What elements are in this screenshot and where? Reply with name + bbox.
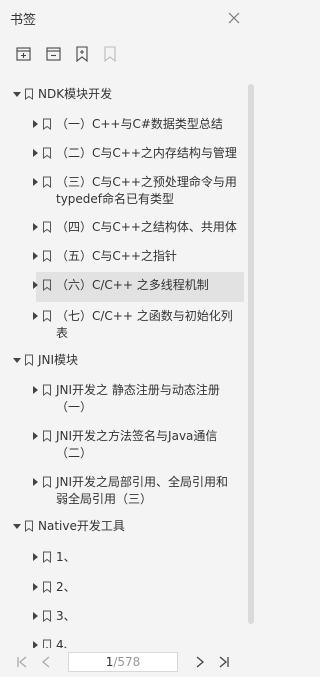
caret-right-icon[interactable] [30,119,40,129]
first-page-button[interactable] [14,654,30,670]
remove-bookmark-icon [46,47,61,61]
tree-item[interactable]: JNI开发之局部引用、全局引用和弱全局引用（三） [0,474,246,508]
caret-down-icon[interactable] [12,521,22,531]
bookmark-icon [42,430,52,442]
tree-group[interactable]: JNI模块 [0,352,246,372]
bookmark-icon [42,221,52,233]
scrollbar[interactable] [247,84,255,644]
tree-item-label: （六）C/C++ 之多线程机制 [56,278,209,292]
caret-right-icon[interactable] [30,477,40,487]
tree-item-label: 3、 [56,609,76,623]
last-page-icon [219,656,229,668]
tree-item-label: JNI模块 [38,353,79,367]
last-page-button[interactable] [216,654,232,670]
caret-right-icon[interactable] [30,611,40,621]
tree-item[interactable]: 2、 [0,579,246,599]
bookmark-tree: NDK模块开发 （一）C++与C#数据类型总结 （二）C与C++之内存结构与管理 （三… [0,78,246,648]
remove-bookmark-button[interactable] [44,44,64,64]
tree-item-label: JNI开发之方法签名与Java通信（二） [56,429,218,460]
bookmark-toolbar [0,38,257,68]
tree-item-label: JNI开发之 静态注册与动态注册（一） [56,383,220,414]
tree-group[interactable]: Native开发工具 [0,518,246,538]
page-navigator: 1/578 [0,648,257,677]
tree-item[interactable]: JNI开发之 静态注册与动态注册（一） [0,382,246,416]
scroll-thumb[interactable] [248,84,254,624]
caret-right-icon[interactable] [30,311,40,321]
caret-right-icon[interactable] [30,552,40,562]
tree-item-label: Native开发工具 [38,519,125,533]
bookmark-icon [42,250,52,262]
tree-item[interactable]: 4、 [0,637,246,648]
next-page-button[interactable] [192,654,208,670]
bookmark-icon [42,476,52,488]
chevron-left-icon [41,656,50,668]
caret-down-icon[interactable] [12,89,22,99]
caret-right-icon[interactable] [30,640,40,648]
tree-item[interactable]: 1、 [0,549,246,569]
tree-item-label: （四）C与C++之结构体、共用体 [56,220,237,234]
bookmark-icon [24,354,34,366]
tree-item-label: 1、 [56,550,76,564]
add-bookmark-icon [16,47,31,61]
previous-page-button[interactable] [38,654,54,670]
tree-item[interactable]: 3、 [0,608,246,628]
caret-right-icon[interactable] [30,582,40,592]
tree-item[interactable]: （一）C++与C#数据类型总结 [0,116,246,136]
caret-right-icon[interactable] [30,431,40,441]
tree-item-label: （七）C/C++ 之函数与初始化列表 [56,309,233,340]
chevron-right-icon [196,656,205,668]
bookmark-icon [24,520,34,532]
first-page-icon [17,656,27,668]
tree-item-label: JNI开发之局部引用、全局引用和弱全局引用（三） [56,475,229,506]
bookmark-icon [42,279,52,291]
bookmark-icon [42,551,52,563]
tree-item-label: NDK模块开发 [38,87,113,101]
tree-group[interactable]: NDK模块开发 [0,86,246,106]
tree-item-label: （一）C++与C#数据类型总结 [56,117,223,131]
flag-bookmark-button[interactable] [72,44,92,64]
bookmark-icon [42,176,52,188]
add-bookmark-button[interactable] [14,44,34,64]
page-number-field[interactable]: 1/578 [68,652,178,672]
tree-item[interactable]: （三）C与C++之预处理命令与用typedef命名已有类型 [0,174,246,208]
bookmark-icon [42,610,52,622]
disabled-bookmark-button[interactable] [100,44,120,64]
bookmark-icon [42,310,52,322]
tree-item[interactable]: JNI开发之方法签名与Java通信（二） [0,428,246,462]
total-pages: 578 [117,655,141,669]
tree-item-label: 4、 [56,638,76,648]
caret-right-icon[interactable] [30,222,40,232]
caret-right-icon[interactable] [30,251,40,261]
bookmark-icon [24,88,34,100]
bookmark-icon [42,639,52,648]
bookmark-disabled-icon [104,46,116,63]
tree-item-label: （五）C与C++之指针 [56,249,177,263]
caret-right-icon[interactable] [30,177,40,187]
tree-item-label: （三）C与C++之预处理命令与用typedef命名已有类型 [56,175,237,206]
bookmark-icon [42,384,52,396]
tree-item[interactable]: （二）C与C++之内存结构与管理 [0,145,246,165]
caret-right-icon[interactable] [30,280,40,290]
panel-header: 书签 [0,0,257,36]
bookmark-icon [42,118,52,130]
close-icon [228,12,240,24]
close-button[interactable] [226,10,242,26]
bookmark-icon [42,581,52,593]
tree-item[interactable]: （五）C与C++之指针 [0,248,246,268]
bookmarks-panel: 书签 NDK模块开发 （一）C++与C#数据类型总结 （二）C与C++之内存结构… [0,0,257,677]
panel-title: 书签 [10,13,37,28]
caret-right-icon[interactable] [30,385,40,395]
tree-item[interactable]: （七）C/C++ 之函数与初始化列表 [0,308,246,342]
tree-item-label: 2、 [56,580,76,594]
tree-item[interactable]: （六）C/C++ 之多线程机制 [0,272,246,305]
bookmark-icon [42,147,52,159]
tree-item[interactable]: （四）C与C++之结构体、共用体 [0,219,246,239]
tree-item-label: （二）C与C++之内存结构与管理 [56,146,237,160]
caret-down-icon[interactable] [12,355,22,365]
bookmark-flag-icon [76,46,88,63]
caret-right-icon[interactable] [30,148,40,158]
